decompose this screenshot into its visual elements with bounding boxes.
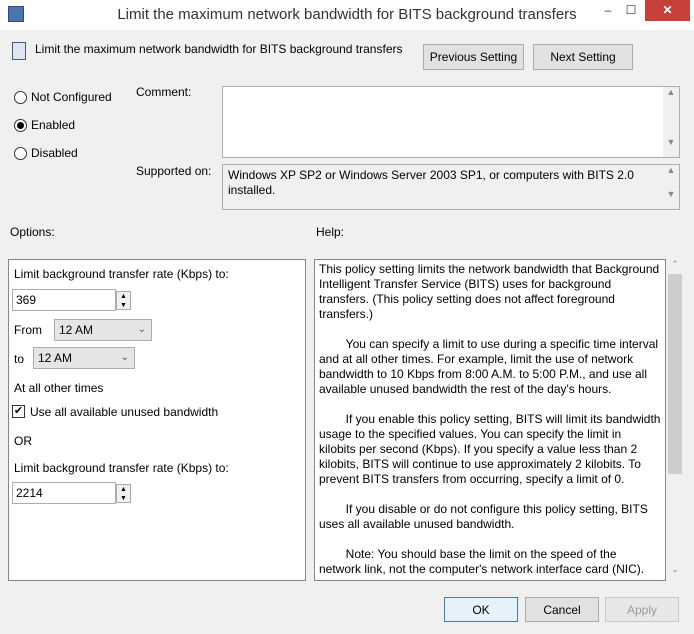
window-title: Limit the maximum network bandwidth for … — [117, 6, 577, 23]
next-setting-button[interactable]: Next Setting — [533, 44, 633, 70]
previous-setting-button[interactable]: Previous Setting — [423, 44, 524, 70]
comment-label: Comment: — [136, 85, 192, 99]
use-all-bandwidth-label[interactable]: Use all available unused bandwidth — [30, 405, 218, 419]
to-select[interactable]: 12 AM ⌄ — [33, 347, 135, 369]
help-label: Help: — [316, 225, 345, 239]
supported-on-label: Supported on: — [136, 164, 212, 178]
minimize-button[interactable]: – — [598, 0, 618, 21]
chevron-down-icon: ⌄ — [120, 352, 129, 363]
chevron-down-icon: ⌄ — [137, 324, 146, 335]
not-configured-radio[interactable] — [14, 91, 27, 104]
from-select[interactable]: 12 AM ⌄ — [54, 319, 152, 341]
close-button[interactable]: ✕ — [645, 0, 690, 21]
to-label: to — [14, 352, 25, 366]
enabled-label[interactable]: Enabled — [31, 118, 75, 132]
setting-name: Limit the maximum network bandwidth for … — [35, 42, 403, 56]
rate-label: Limit background transfer rate (Kbps) to… — [14, 267, 229, 281]
disabled-radio[interactable] — [14, 147, 27, 160]
other-times-label: At all other times — [14, 381, 104, 395]
disabled-label[interactable]: Disabled — [31, 146, 78, 160]
options-label: Options: — [10, 225, 55, 239]
enabled-radio[interactable] — [14, 119, 27, 132]
supported-scrollbar[interactable]: ▲ ▼ — [663, 165, 679, 209]
ok-button[interactable]: OK — [444, 597, 518, 622]
comment-textarea[interactable] — [222, 86, 680, 158]
from-value: 12 AM — [59, 323, 94, 337]
or-label: OR — [14, 434, 32, 448]
supported-on-value: Windows XP SP2 or Windows Server 2003 SP… — [222, 164, 680, 210]
use-all-bandwidth-checkbox[interactable]: ✔ — [12, 405, 25, 418]
rate-spinner[interactable]: ▲ ▼ — [116, 291, 131, 310]
help-text: This policy setting limits the network b… — [314, 259, 666, 581]
to-value: 12 AM — [38, 351, 73, 365]
rate-input[interactable]: 369 — [12, 289, 116, 311]
rate2-label: Limit background transfer rate (Kbps) to… — [14, 461, 229, 475]
policy-setting-icon — [12, 42, 26, 60]
from-label: From — [14, 323, 42, 337]
not-configured-label[interactable]: Not Configured — [31, 90, 112, 104]
maximize-button[interactable]: ☐ — [620, 0, 642, 21]
cancel-button[interactable]: Cancel — [525, 597, 599, 622]
rate2-spinner[interactable]: ▲ ▼ — [116, 484, 131, 503]
rate2-input[interactable]: 2214 — [12, 482, 116, 504]
help-scrollbar[interactable]: ⌃ ⌄ — [667, 259, 683, 581]
apply-button[interactable]: Apply — [605, 597, 679, 622]
comment-scrollbar[interactable]: ▲ ▼ — [663, 87, 679, 157]
